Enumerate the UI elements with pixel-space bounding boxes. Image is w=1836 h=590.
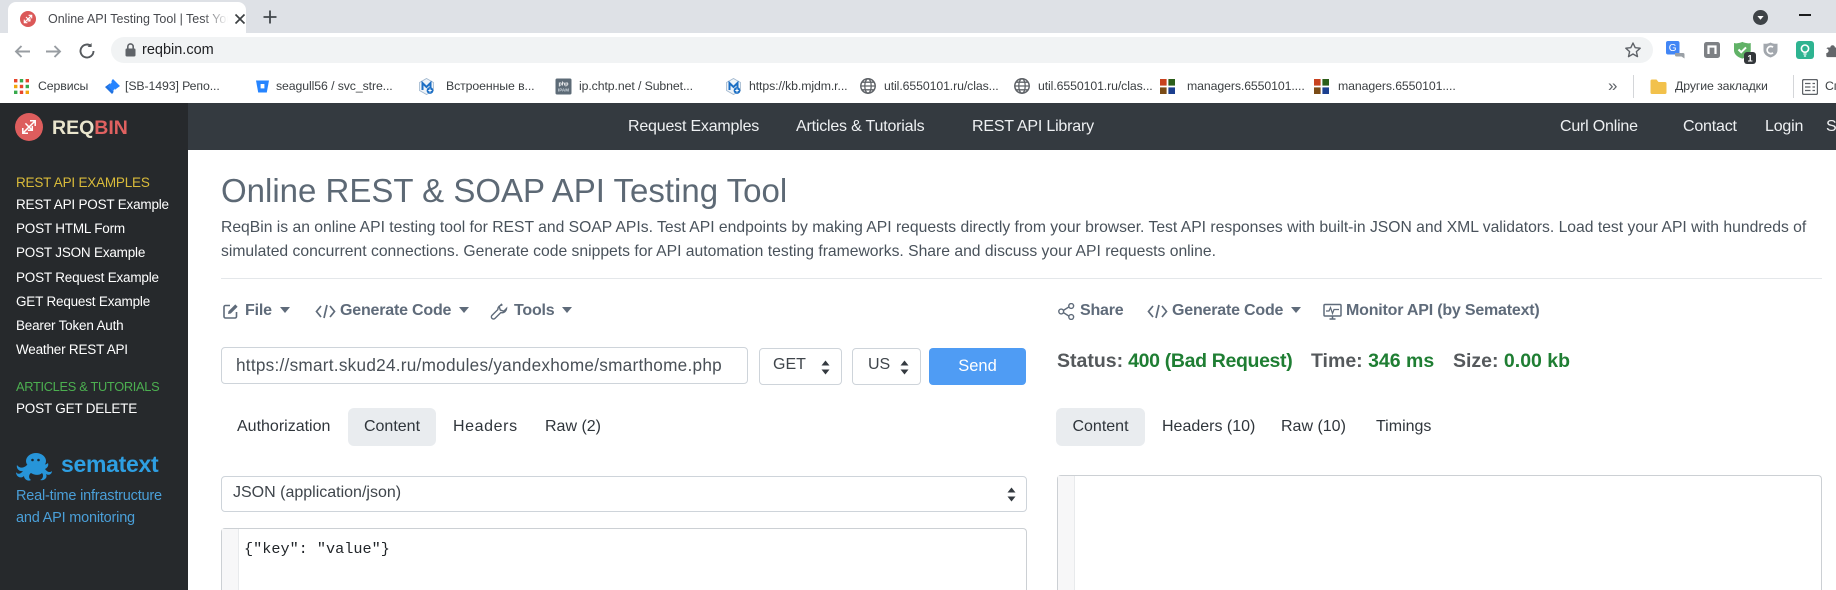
svg-text:G: G	[1669, 43, 1677, 54]
svg-text:php: php	[558, 80, 569, 87]
svg-text:1: 1	[1747, 53, 1753, 64]
svg-text:IPAM: IPAM	[558, 88, 569, 93]
